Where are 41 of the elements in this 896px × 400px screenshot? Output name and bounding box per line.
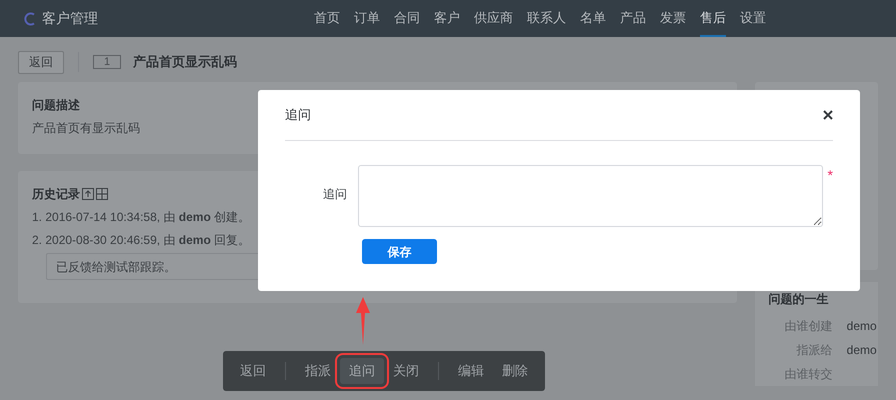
field-value: demo	[846, 318, 877, 335]
field-label: 追问	[322, 186, 348, 203]
toolbar-button[interactable]: 返回	[231, 358, 275, 384]
section-title: 问题描述	[32, 97, 80, 114]
nav-link[interactable]: 产品	[620, 0, 646, 37]
nav-link[interactable]: 订单	[354, 0, 380, 37]
toolbar-button[interactable]: 编辑	[449, 358, 493, 384]
toolbar-button[interactable]: 追问	[340, 358, 384, 384]
logo-icon	[24, 12, 36, 26]
close-icon[interactable]	[823, 110, 833, 120]
nav-link[interactable]: 首页	[314, 0, 340, 37]
section-title: 问题的一生	[768, 291, 830, 308]
back-button[interactable]: 返回	[18, 50, 64, 74]
field-label: 由谁创建	[784, 318, 833, 335]
toolbar-button[interactable]: 删除	[493, 358, 537, 384]
id-badge: 1	[93, 55, 122, 69]
nav-link[interactable]: 客户	[434, 0, 460, 37]
nav-link[interactable]: 联系人	[527, 0, 566, 37]
app-title: 客户管理	[42, 9, 98, 28]
field-label: 由谁转交	[784, 366, 833, 383]
save-button[interactable]: 保存	[362, 239, 437, 264]
nav-link[interactable]: 合同	[394, 0, 420, 37]
description-text: 产品首页有显示乱码	[32, 120, 140, 137]
toolbar-button[interactable]: 关闭	[384, 358, 428, 384]
dialog-title: 追问	[285, 106, 311, 124]
history-entry: 2. 2020-08-30 20:46:59, 由 demo 回复。	[32, 232, 250, 249]
nav-link[interactable]: 名单	[580, 0, 606, 37]
nav-link[interactable]: 供应商	[474, 0, 513, 37]
toolbar-button[interactable]: 指派	[296, 358, 340, 384]
collapse-icon[interactable]	[82, 188, 94, 200]
nav-link[interactable]: 发票	[660, 0, 686, 37]
history-entry: 1. 2016-07-14 10:34:58, 由 demo 创建。	[32, 209, 250, 226]
field-value: demo	[846, 342, 877, 359]
nav-link[interactable]: 设置	[740, 0, 766, 37]
follow-up-field[interactable]	[358, 165, 823, 227]
issue-title: 产品首页显示乱码	[133, 53, 238, 72]
nav-link[interactable]: 售后	[700, 0, 726, 37]
expand-icon[interactable]	[96, 188, 108, 200]
section-title: 历史记录	[32, 186, 80, 203]
field-label: 指派给	[796, 342, 833, 359]
required-mark: *	[828, 166, 833, 185]
